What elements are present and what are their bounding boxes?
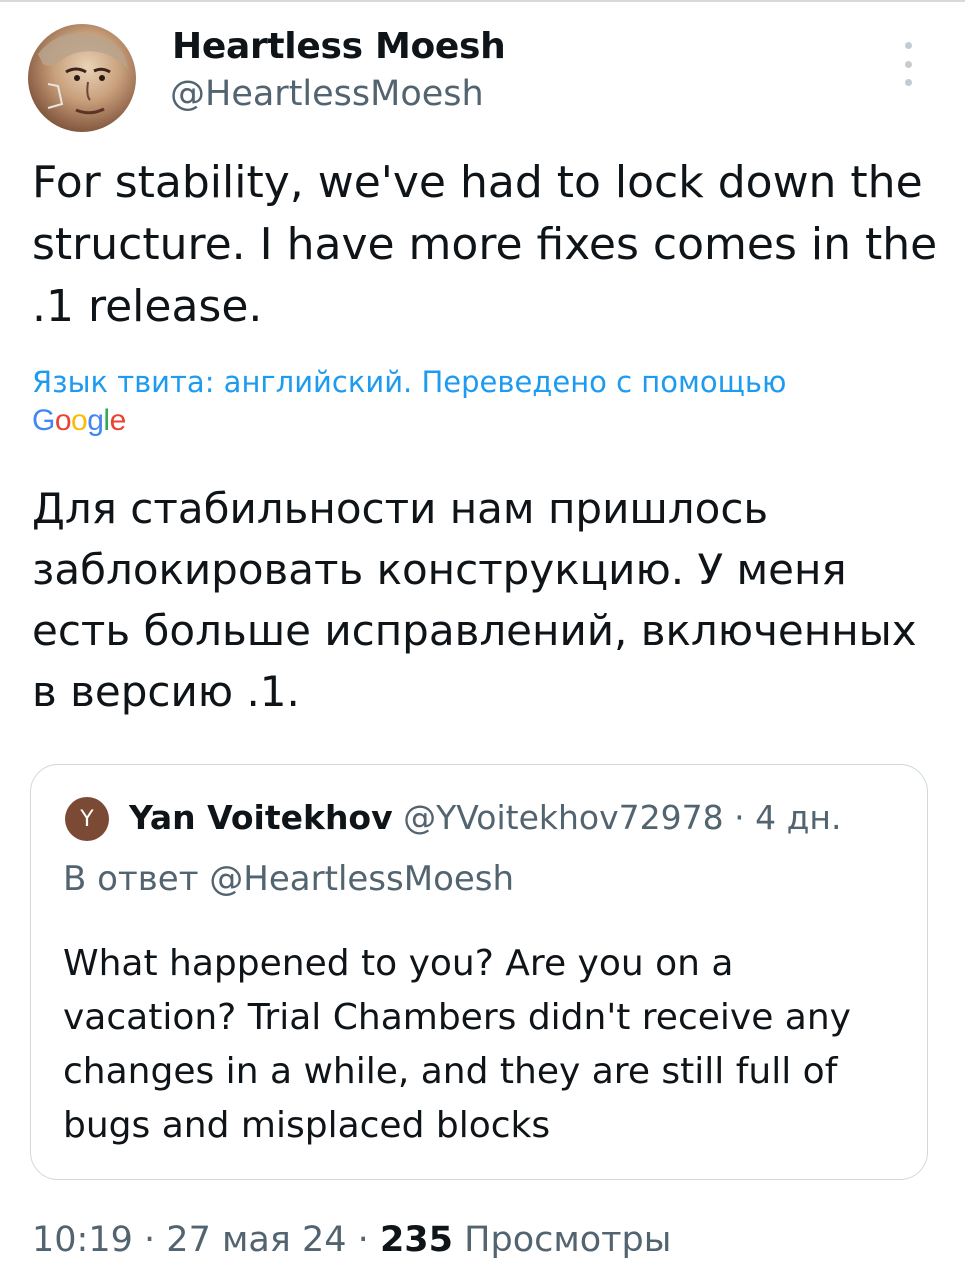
quote-author-name[interactable]: Yan Voitekhov [129, 798, 393, 837]
translated-tweet-text: Для стабильности нам пришлось заблокиров… [32, 484, 917, 716]
google-logo: Google [32, 404, 126, 437]
quote-age: 4 дн. [755, 798, 842, 837]
more-vertical-icon-dot [904, 60, 912, 68]
translation-note[interactable]: Язык твита: английский. Переведено с пом… [32, 362, 932, 402]
footer-separator: · [357, 1220, 369, 1260]
views-count: 235 [379, 1220, 454, 1260]
tweet-text: For stability, we've had to lock down th… [32, 157, 938, 332]
quote-header: Yan Voitekhov @YVoitekhov72978 · 4 дн. [129, 798, 842, 837]
author-handle[interactable]: @HeartlessMoesh [170, 74, 484, 114]
author-display-name[interactable]: Heartless Moesh [172, 26, 506, 67]
quote-author-avatar[interactable]: Y [65, 797, 109, 841]
tweet-time[interactable]: 10:19 [32, 1220, 133, 1260]
quote-separator: · [734, 798, 745, 837]
views-label: Просмотры [464, 1220, 672, 1260]
quote-author-handle[interactable]: @YVoitekhov72978 [403, 798, 724, 837]
quote-reply-to: В ответ @HeartlessMoesh [63, 859, 515, 899]
more-vertical-icon [904, 42, 912, 49]
top-divider [0, 0, 965, 2]
more-options-button[interactable] [896, 42, 920, 86]
footer-separator: · [144, 1220, 156, 1260]
tweet-footer: 10:19 · 27 мая 24 · 235 Просмотры [32, 1220, 671, 1260]
more-vertical-icon-dot [904, 79, 912, 86]
tweet-date[interactable]: 27 мая 24 [166, 1220, 346, 1260]
quote-text: What happened to you? Are you on a vacat… [63, 943, 851, 1146]
quoted-tweet-card[interactable]: Y Yan Voitekhov @YVoitekhov72978 · 4 дн.… [30, 764, 928, 1180]
author-avatar[interactable] [28, 24, 136, 132]
avatar-portrait-icon [38, 33, 128, 115]
